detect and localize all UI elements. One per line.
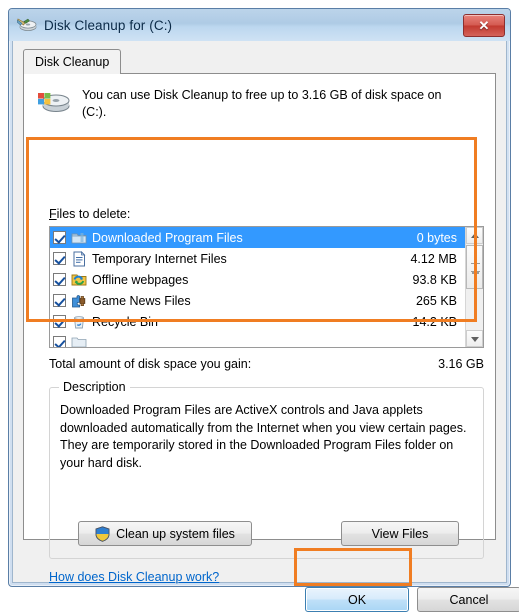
chevron-up-icon [470,232,479,238]
cancel-button[interactable]: Cancel [417,587,519,612]
list-item-size: 265 KB [415,293,457,308]
list-rows-container: Downloaded Program Files 0 bytes Tempora… [50,227,465,347]
total-space-row: Total amount of disk space you gain: 3.1… [49,357,484,371]
scroll-down-button[interactable] [466,330,483,347]
clean-up-system-files-label: Clean up system files [116,526,235,541]
view-files-button[interactable]: View Files [341,521,459,546]
close-button[interactable]: ✕ [463,14,505,37]
recycle-bin-icon [71,314,87,330]
list-item-name: Offline webpages [92,272,189,287]
scroll-up-button[interactable] [466,227,483,244]
list-item-name: Recycle Bin [92,314,158,329]
description-legend: Description [59,380,130,394]
list-item-size: 14.2 KB [412,314,457,329]
tab-disk-cleanup[interactable]: Disk Cleanup [23,49,122,74]
title-bar: Disk Cleanup for (C:) ✕ [9,9,510,41]
checkbox-checked-icon[interactable] [53,294,66,307]
list-item-size: 93.8 KB [412,272,457,287]
list-item[interactable] [50,332,465,347]
files-to-delete-label: Files to delete: [49,207,130,221]
game-puzzle-icon [71,293,87,309]
checkbox-checked-icon[interactable] [53,315,66,328]
description-text: Downloaded Program Files are ActiveX con… [60,403,467,470]
how-does-disk-cleanup-work-link[interactable]: How does Disk Cleanup work? [49,570,219,584]
tab-label: Disk Cleanup [35,55,110,69]
total-space-value: 3.16 GB [438,357,484,371]
folder-icon [71,230,87,246]
list-item-name: Downloaded Program Files [92,230,243,245]
clean-up-system-files-button[interactable]: Clean up system files [78,521,252,546]
list-item-name: Game News Files [92,293,191,308]
list-item[interactable]: Game News Files 265 KB [50,290,465,311]
hard-disk-icon [36,87,72,117]
document-icon [71,250,87,267]
tab-page-disk-cleanup: You can use Disk Cleanup to free up to 3… [23,73,496,584]
total-space-label: Total amount of disk space you gain: [49,357,252,371]
files-label-rest: iles to delete: [56,207,131,221]
scrollbar-thumb[interactable] [466,245,483,289]
dialog-client-area: Disk Cleanup You can use Disk Cleanup to… [12,41,519,612]
list-scrollbar[interactable] [465,227,483,347]
header-banner: You can use Disk Cleanup to free up to 3… [24,74,495,121]
checkbox-checked-icon[interactable] [53,231,66,244]
list-item[interactable]: Offline webpages 93.8 KB [50,269,465,290]
uac-shield-icon [95,525,110,542]
files-label-mnemonic: F [49,207,57,221]
list-item[interactable]: Temporary Internet Files 4.12 MB [50,248,465,269]
description-group: Description Downloaded Program Files are… [49,380,484,559]
close-icon: ✕ [478,18,490,33]
list-item-size: 0 bytes [416,230,457,245]
view-files-label: View Files [371,526,429,541]
files-to-delete-list[interactable]: Downloaded Program Files 0 bytes Tempora… [49,226,484,348]
list-item-size: 4.12 MB [410,251,457,266]
checkbox-checked-icon[interactable] [53,336,66,347]
tab-strip: Disk Cleanup [23,49,506,74]
list-item[interactable]: Downloaded Program Files 0 bytes [50,227,465,248]
window-title: Disk Cleanup for (C:) [44,17,173,33]
checkbox-checked-icon[interactable] [53,252,66,265]
list-item[interactable]: Recycle Bin 14.2 KB [50,311,465,332]
disk-cleanup-icon [16,16,37,34]
chevron-down-icon [470,336,479,342]
disk-cleanup-window: Disk Cleanup for (C:) ✕ Disk Cleanup You… [8,8,519,612]
banner-text: You can use Disk Cleanup to free up to 3… [82,88,442,119]
partial-icon [71,335,87,348]
ok-button[interactable]: OK [305,587,409,612]
offline-folder-icon [71,272,87,288]
checkbox-checked-icon[interactable] [53,273,66,286]
list-item-name: Temporary Internet Files [92,251,227,266]
